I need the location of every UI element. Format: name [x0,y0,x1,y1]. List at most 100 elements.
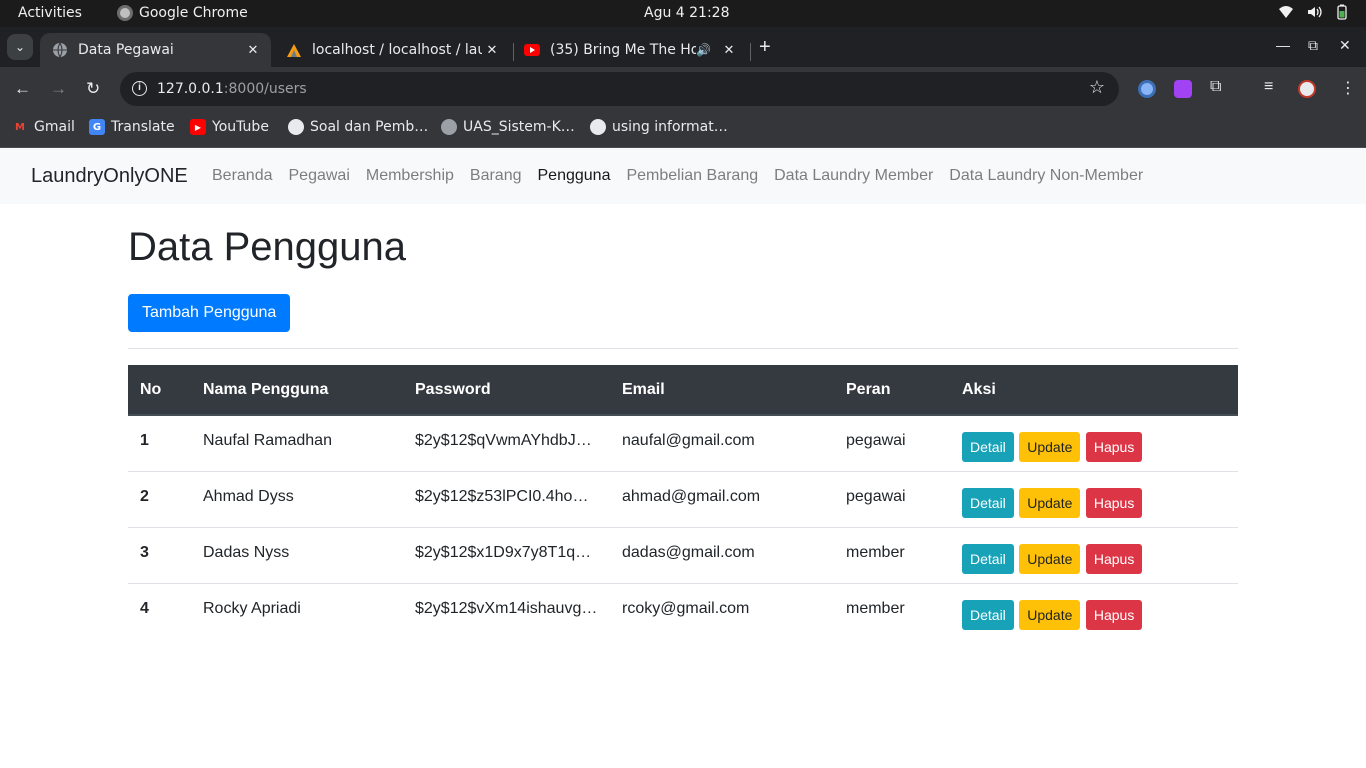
bookmark-using[interactable]: using informat… [590,119,728,135]
activities-button[interactable]: Activities [18,5,82,21]
tab-title: (35) Bring Me The Hor [550,42,697,58]
cell-name: Dadas Nyss [191,526,403,583]
bookmarks-bar: M Gmail G Translate ▶ YouTube Soal dan P… [0,111,1366,148]
tab-title: localhost / localhost / lau [312,42,482,58]
tab-phpmyadmin[interactable]: localhost / localhost / lau ✕ [274,33,510,67]
tab-search-button[interactable]: ⌄ [7,34,33,60]
cell-no: 2 [128,470,191,527]
tab-youtube[interactable]: (35) Bring Me The Hor 🔊 ✕ [512,33,747,67]
divider [128,348,1238,349]
phpmyadmin-icon [286,42,302,58]
delete-button[interactable]: Hapus [1085,543,1143,574]
users-table: No Nama Pengguna Password Email Peran Ak… [128,365,1238,639]
clock[interactable]: Agu 4 21:28 [644,5,730,21]
app-name: Google Chrome [139,5,248,21]
site-info-icon[interactable]: i [132,81,147,96]
system-tray[interactable] [1278,4,1350,20]
cell-password: $2y$12$vXm14ishauvg… [403,582,610,639]
table-header-row: No Nama Pengguna Password Email Peran Ak… [128,365,1238,416]
cell-actions: Detail Update Hapus [950,582,1238,639]
cell-no: 4 [128,582,191,639]
add-user-button[interactable]: Tambah Pengguna [128,294,291,332]
main-content: Data Pengguna Tambah Pengguna No Nama Pe… [128,204,1238,639]
delete-button[interactable]: Hapus [1085,432,1143,462]
page-title: Data Pengguna [128,225,407,269]
puzzle-icon[interactable]: ⧉ [1210,78,1221,96]
back-icon[interactable]: ← [14,79,31,99]
site-navbar: LaundryOnlyONE Beranda Pegawai Membershi… [0,148,1366,204]
address-bar[interactable]: i 127.0.0.1:8000/users ☆ [120,72,1119,106]
nav-link-beranda[interactable]: Beranda [212,167,273,185]
cell-password: $2y$12$z53lPCI0.4hoF… [403,470,610,527]
kebab-menu-icon[interactable]: ⋮ [1340,78,1356,98]
cell-actions: Detail Update Hapus [950,526,1238,583]
bookmark-youtube[interactable]: ▶ YouTube [190,119,269,135]
detail-button[interactable]: Detail [962,487,1014,518]
nav-link-data-laundry-member[interactable]: Data Laundry Member [774,167,933,185]
cell-role: member [834,582,950,639]
tab-close-icon[interactable]: ✕ [243,43,263,58]
nav-link-barang[interactable]: Barang [470,167,522,185]
cell-password: $2y$12$qVwmAYhdbJ… [403,414,610,471]
avatar[interactable] [1298,80,1316,98]
bookmark-uas[interactable]: UAS_Sistem-K… [441,119,575,135]
table-row: 1 Naufal Ramadhan $2y$12$qVwmAYhdbJ… nau… [128,414,1238,471]
media-control-icon[interactable]: ≡ [1264,78,1273,96]
cell-password: $2y$12$x1D9x7y8T1q… [403,526,610,583]
cell-role: pegawai [834,470,950,527]
nav-link-pembelian-barang[interactable]: Pembelian Barang [626,167,758,185]
col-password: Password [403,365,610,416]
nav-link-pengguna[interactable]: Pengguna [538,167,611,185]
tab-strip: ⌄ Data Pegawai ✕ localhost / localhost /… [0,27,1366,67]
detail-button[interactable]: Detail [962,599,1014,630]
globe-icon [590,119,606,135]
nav-link-pegawai[interactable]: Pegawai [289,167,350,185]
cell-email: naufal@gmail.com [610,414,834,471]
navbar-brand[interactable]: LaundryOnlyONE [31,165,188,188]
minimize-button[interactable]: — [1276,37,1290,53]
forward-icon[interactable]: → [50,79,67,99]
bookmark-star-icon[interactable]: ☆ [1089,77,1105,98]
site-icon [441,119,457,135]
web-page: LaundryOnlyONE Beranda Pegawai Membershi… [0,148,1366,768]
speaker-icon[interactable]: 🔊 [696,43,711,57]
cell-no: 3 [128,526,191,583]
cell-role: member [834,526,950,583]
table-row: 2 Ahmad Dyss $2y$12$z53lPCI0.4hoF… ahmad… [128,470,1238,527]
bookmark-gmail[interactable]: M Gmail [12,119,75,135]
bookmark-soal[interactable]: Soal dan Pemb… [288,119,428,135]
detail-button[interactable]: Detail [962,543,1014,574]
update-button[interactable]: Update [1019,599,1081,630]
update-button[interactable]: Update [1019,487,1081,518]
update-button[interactable]: Update [1019,543,1081,574]
translate-icon: G [89,119,105,135]
nav-link-membership[interactable]: Membership [366,167,454,185]
col-no: No [128,365,191,416]
delete-button[interactable]: Hapus [1085,599,1143,630]
extension-icon[interactable] [1138,80,1156,98]
tab-close-icon[interactable]: ✕ [719,43,739,58]
col-email: Email [610,365,834,416]
extension-icon[interactable] [1174,80,1192,98]
maximize-button[interactable]: ⧉ [1308,37,1318,54]
cell-name: Rocky Apriadi [191,582,403,639]
update-button[interactable]: Update [1019,432,1081,462]
reload-icon[interactable]: ↻ [86,79,100,99]
col-role: Peran [834,365,950,416]
close-window-button[interactable]: ✕ [1339,37,1351,54]
nav-link-data-laundry-non-member[interactable]: Data Laundry Non-Member [949,167,1143,185]
battery-icon [1337,4,1347,20]
tab-close-icon[interactable]: ✕ [482,43,502,58]
detail-button[interactable]: Detail [962,432,1014,462]
cell-actions: Detail Update Hapus [950,414,1238,471]
app-menu[interactable]: Google Chrome [117,5,248,21]
cell-actions: Detail Update Hapus [950,470,1238,527]
new-tab-button[interactable]: + [759,37,771,57]
cell-role: pegawai [834,414,950,471]
youtube-icon [524,42,540,58]
bookmark-translate[interactable]: G Translate [89,119,175,135]
url-text[interactable]: 127.0.0.1:8000/users [157,81,307,97]
tab-title: Data Pegawai [78,42,174,58]
tab-data-pegawai[interactable]: Data Pegawai ✕ [40,33,271,67]
delete-button[interactable]: Hapus [1085,487,1143,518]
